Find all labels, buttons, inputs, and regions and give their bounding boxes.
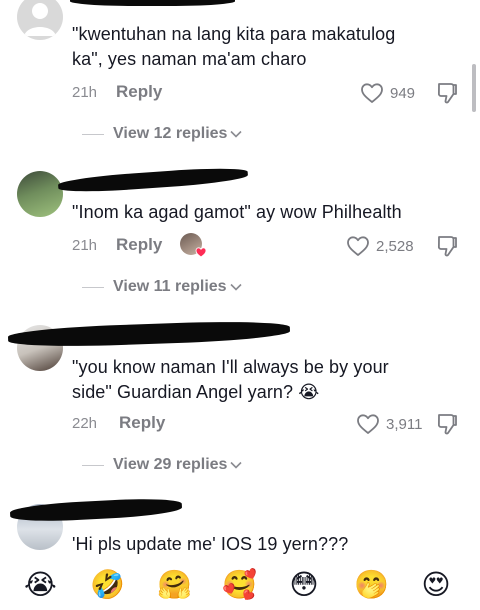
emoji-heart-eyes[interactable]: 😍: [420, 569, 452, 601]
view-replies-button[interactable]: View 12 replies: [82, 123, 243, 145]
comment-meta: 21h Reply 949: [72, 81, 472, 105]
view-replies-label: View 29 replies: [113, 456, 228, 473]
view-replies-label: View 12 replies: [113, 125, 228, 142]
comment-text-line: "kwentuhan na lang kita para makatulog: [72, 24, 396, 44]
comment-text-line: ka", yes naman ma'am charo: [72, 49, 307, 69]
avatar[interactable]: [17, 0, 63, 40]
comment-text-line: "Inom ka agad gamot" ay wow Philhealth: [72, 202, 402, 222]
like-button[interactable]: 949: [360, 81, 415, 105]
divider: [82, 286, 104, 288]
chevron-down-icon: [230, 130, 243, 138]
comment-time: 22h: [72, 415, 98, 432]
emoji-smiling-hearts[interactable]: 🥰: [222, 569, 257, 601]
redacted-username: [70, 0, 235, 6]
like-button[interactable]: 3,911: [356, 412, 422, 436]
scrollbar[interactable]: [472, 64, 476, 112]
comment-text: "you know naman I'll always be by your s…: [72, 355, 462, 405]
reply-button[interactable]: Reply: [119, 413, 165, 433]
divider: [82, 133, 104, 135]
dislike-icon[interactable]: [436, 81, 458, 105]
chevron-down-icon: [230, 461, 243, 469]
like-count: 2,528: [376, 237, 414, 255]
heart-outline-icon: [347, 236, 369, 256]
emoji-flushed[interactable]: 😳: [288, 569, 320, 601]
emoji-quick-bar: 😭 🤣 🤗 🥰 😳 🤭 😍: [0, 563, 480, 610]
dislike-icon[interactable]: [436, 412, 458, 436]
emoji-rolling-laughing[interactable]: 🤣: [90, 569, 125, 601]
chevron-down-icon: [229, 283, 242, 291]
like-button[interactable]: 2,528: [346, 234, 414, 258]
comment-meta: 22h Reply 3,911: [72, 412, 472, 436]
heart-outline-icon: [357, 414, 379, 434]
creator-liked-badge: [180, 233, 207, 258]
view-replies-button[interactable]: View 29 replies: [82, 454, 243, 476]
comment-text: "kwentuhan na lang kita para makatulog k…: [72, 22, 462, 72]
comment-text-line: "you know naman I'll always be by your: [72, 357, 389, 377]
like-count: 3,911: [386, 415, 423, 433]
heart-outline-icon: [361, 83, 383, 103]
reply-button[interactable]: Reply: [116, 82, 162, 102]
view-replies-button[interactable]: View 11 replies: [82, 276, 242, 298]
comment-text-line: 'Hi pls update me' IOS 19 yern???: [72, 534, 349, 554]
comment-meta: 21h Reply 2,528: [72, 233, 472, 258]
view-replies-label: View 11 replies: [113, 278, 227, 295]
comment-text: "Inom ka agad gamot" ay wow Philhealth: [72, 200, 462, 225]
dislike-icon[interactable]: [436, 234, 458, 258]
redacted-username: [9, 496, 183, 524]
redacted-username: [7, 319, 291, 349]
emoji-loudly-crying[interactable]: 😭: [24, 569, 57, 601]
emoji-hugging[interactable]: 🤗: [157, 569, 192, 601]
redacted-username: [57, 165, 249, 195]
comment-text: 'Hi pls update me' IOS 19 yern???: [72, 532, 462, 557]
heart-filled-icon: [195, 247, 207, 258]
comment-time: 21h: [72, 237, 98, 254]
avatar[interactable]: [17, 171, 63, 217]
comment-text-line: side" Guardian Angel yarn? 😭: [72, 382, 320, 402]
comment-time: 21h: [72, 84, 98, 101]
default-avatar-icon: [24, 3, 56, 36]
like-count: 949: [390, 84, 416, 102]
reply-button[interactable]: Reply: [116, 235, 162, 255]
divider: [82, 464, 104, 466]
emoji-hand-over-mouth[interactable]: 🤭: [354, 569, 389, 601]
